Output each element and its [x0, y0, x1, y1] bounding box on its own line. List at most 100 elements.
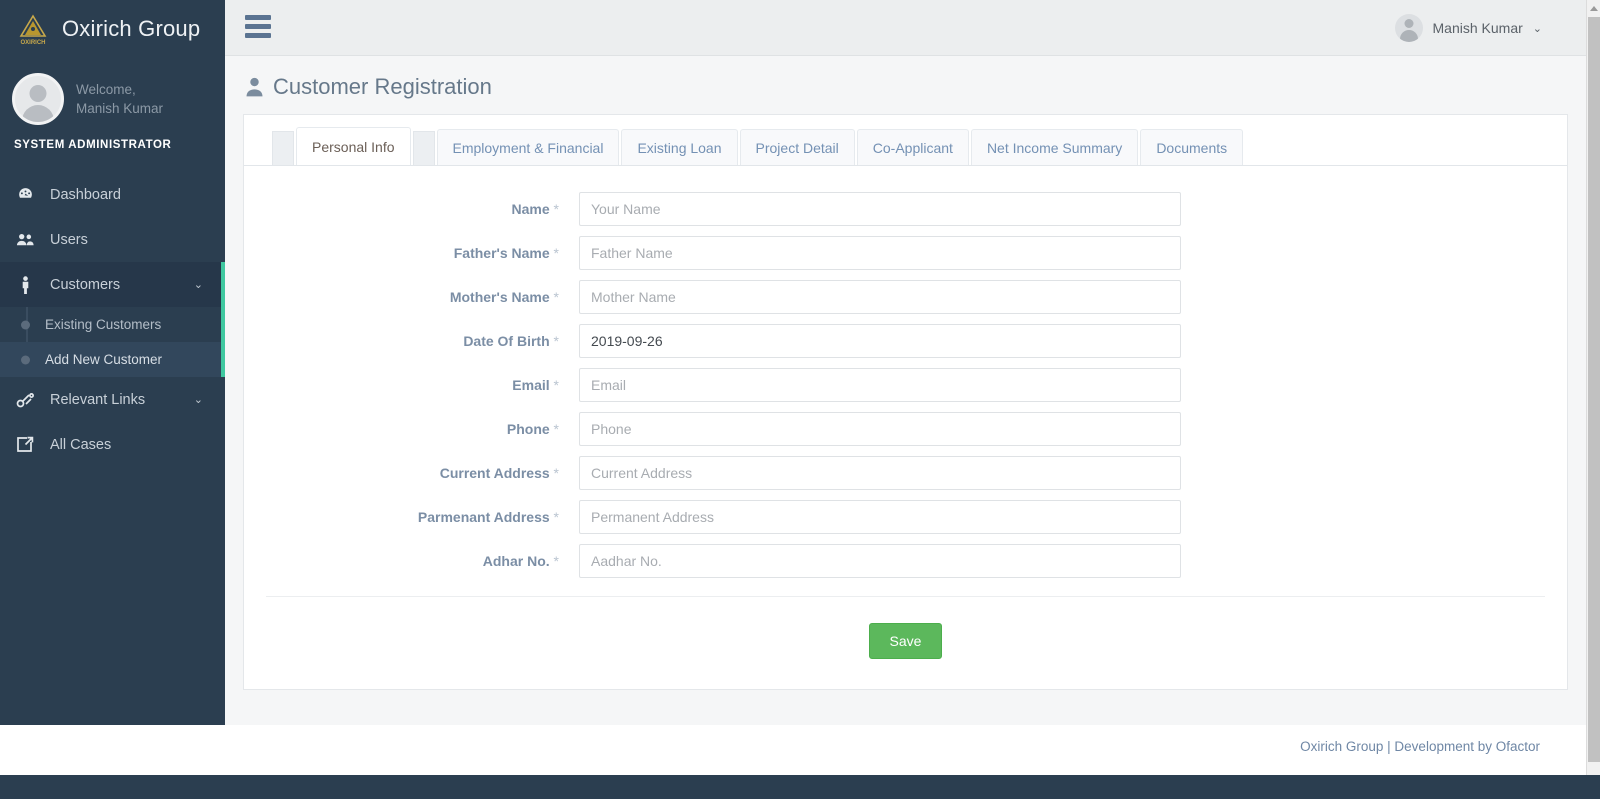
required-marker: * — [553, 289, 559, 305]
person-icon — [14, 275, 36, 294]
tab-bar: Personal Info Employment & Financial Exi… — [244, 115, 1567, 166]
label-aadhar-no: Adhar No. * — [482, 553, 559, 569]
page-scrollbar[interactable] — [1586, 0, 1600, 775]
bullet-icon — [21, 320, 30, 329]
sidebar-submenu-customers: Existing Customers Add New Customer — [0, 307, 225, 377]
chevron-down-icon: ⌄ — [1532, 22, 1542, 35]
tab-co-applicant[interactable]: Co-Applicant — [856, 129, 969, 165]
tab-spacer-right — [412, 131, 435, 165]
app-root: OXIRICH Oxirich Group Welcome, Manish Ku… — [0, 0, 1600, 799]
sidebar-subitem-label: Existing Customers — [45, 317, 162, 332]
form-row-current-address: Current Address * — [244, 456, 1567, 490]
bottom-bar — [0, 775, 1600, 799]
user-role-label: SYSTEM ADMINISTRATOR — [14, 139, 172, 151]
sidebar-item-label: Customers — [50, 276, 121, 293]
sidebar-item-label: Users — [50, 231, 88, 248]
form-actions: Save — [244, 597, 1567, 659]
user-menu[interactable]: Manish Kumar ⌄ — [1394, 0, 1542, 56]
tab-existing-loan[interactable]: Existing Loan — [621, 129, 738, 165]
external-link-icon — [14, 436, 36, 453]
form-row-date-of-birth: Date Of Birth * — [244, 324, 1567, 358]
sidebar: OXIRICH Oxirich Group Welcome, Manish Ku… — [0, 0, 225, 725]
form-row-fathers-name: Father's Name * — [244, 236, 1567, 270]
scroll-up-arrow-icon[interactable] — [1587, 0, 1600, 16]
form-row-permanent-address: Parmenant Address * — [244, 500, 1567, 534]
required-marker: * — [553, 465, 559, 481]
page-title: Customer Registration — [273, 74, 492, 99]
dashboard-icon — [14, 186, 36, 203]
label-email: Email * — [512, 377, 559, 393]
required-marker: * — [553, 245, 559, 261]
chevron-down-icon: ⌄ — [193, 394, 203, 406]
sidebar-nav: Dashboard Users Customers ⌄ Existing Cus… — [0, 172, 225, 467]
aadhar-no-input[interactable] — [579, 544, 1181, 578]
oxirich-triangle-logo-icon: OXIRICH — [14, 12, 52, 46]
tab-project-detail[interactable]: Project Detail — [739, 129, 855, 165]
required-marker: * — [553, 421, 559, 437]
form-row-email: Email * — [244, 368, 1567, 402]
page-header: Customer Registration — [225, 56, 1586, 110]
main-content: Customer Registration Personal Info Empl… — [225, 56, 1586, 725]
brand[interactable]: OXIRICH Oxirich Group — [0, 0, 225, 57]
chevron-down-icon: ⌄ — [193, 279, 203, 291]
welcome-line1: Welcome, — [76, 82, 136, 97]
form-row-mothers-name: Mother's Name * — [244, 280, 1567, 314]
tab-spacer-left — [272, 131, 294, 165]
sidebar-item-label: All Cases — [50, 436, 112, 453]
footer-text: Oxirich Group | Development by Ofactor — [1300, 739, 1540, 754]
scrollbar-thumb[interactable] — [1588, 17, 1600, 762]
sidebar-item-label: Relevant Links — [50, 391, 146, 408]
label-phone: Phone * — [506, 421, 559, 437]
link-icon — [14, 392, 36, 408]
welcome-text: Welcome, Manish Kumar — [76, 80, 163, 118]
avatar — [1394, 14, 1423, 42]
sidebar-item-dashboard[interactable]: Dashboard — [0, 172, 225, 217]
form-row-aadhar-no: Adhar No. * — [244, 544, 1567, 578]
welcome-line2: Manish Kumar — [76, 101, 164, 116]
svg-text:OXIRICH: OXIRICH — [20, 40, 45, 46]
registration-panel: Personal Info Employment & Financial Exi… — [243, 114, 1568, 690]
required-marker: * — [553, 201, 559, 217]
sidebar-item-customers[interactable]: Customers ⌄ — [0, 262, 225, 307]
tab-net-income-summary[interactable]: Net Income Summary — [970, 129, 1139, 165]
permanent-address-input[interactable] — [579, 500, 1181, 534]
label-current-address: Current Address * — [439, 465, 559, 481]
topbar: Manish Kumar ⌄ — [225, 0, 1600, 56]
tab-employment-financial[interactable]: Employment & Financial — [436, 129, 620, 165]
label-fathers-name: Father's Name * — [453, 245, 559, 261]
sidebar-item-users[interactable]: Users — [0, 217, 225, 262]
save-button[interactable]: Save — [868, 623, 943, 659]
person-icon — [245, 77, 264, 97]
sidebar-item-all-cases[interactable]: All Cases — [0, 422, 225, 467]
sidebar-item-relevant-links[interactable]: Relevant Links ⌄ — [0, 377, 225, 422]
sidebar-subitem-label: Add New Customer — [45, 352, 163, 367]
label-permanent-address: Parmenant Address * — [417, 509, 559, 525]
mothers-name-input[interactable] — [579, 280, 1181, 314]
user-menu-label: Manish Kumar — [1432, 20, 1523, 36]
tab-documents[interactable]: Documents — [1140, 129, 1244, 165]
sidebar-profile: Welcome, Manish Kumar SYSTEM ADMINISTRAT… — [0, 57, 225, 172]
label-name: Name * — [511, 201, 559, 217]
bullet-icon — [21, 355, 30, 364]
required-marker: * — [553, 553, 559, 569]
fathers-name-input[interactable] — [579, 236, 1181, 270]
date-of-birth-input[interactable] — [579, 324, 1181, 358]
form-row-name: Name * — [244, 192, 1567, 226]
phone-input[interactable] — [579, 412, 1181, 446]
required-marker: * — [553, 333, 559, 349]
tab-personal-info[interactable]: Personal Info — [296, 127, 411, 165]
required-marker: * — [553, 377, 559, 393]
hamburger-icon[interactable] — [245, 15, 271, 42]
label-mothers-name: Mother's Name * — [449, 289, 559, 305]
required-marker: * — [553, 509, 559, 525]
current-address-input[interactable] — [579, 456, 1181, 490]
sidebar-item-existing-customers[interactable]: Existing Customers — [0, 307, 225, 342]
name-input[interactable] — [579, 192, 1181, 226]
email-input[interactable] — [579, 368, 1181, 402]
footer: Oxirich Group | Development by Ofactor — [0, 725, 1600, 775]
label-date-of-birth: Date Of Birth * — [463, 333, 559, 349]
avatar — [12, 73, 64, 125]
form-row-phone: Phone * — [244, 412, 1567, 446]
users-icon — [14, 231, 36, 248]
sidebar-item-add-new-customer[interactable]: Add New Customer — [0, 342, 225, 377]
